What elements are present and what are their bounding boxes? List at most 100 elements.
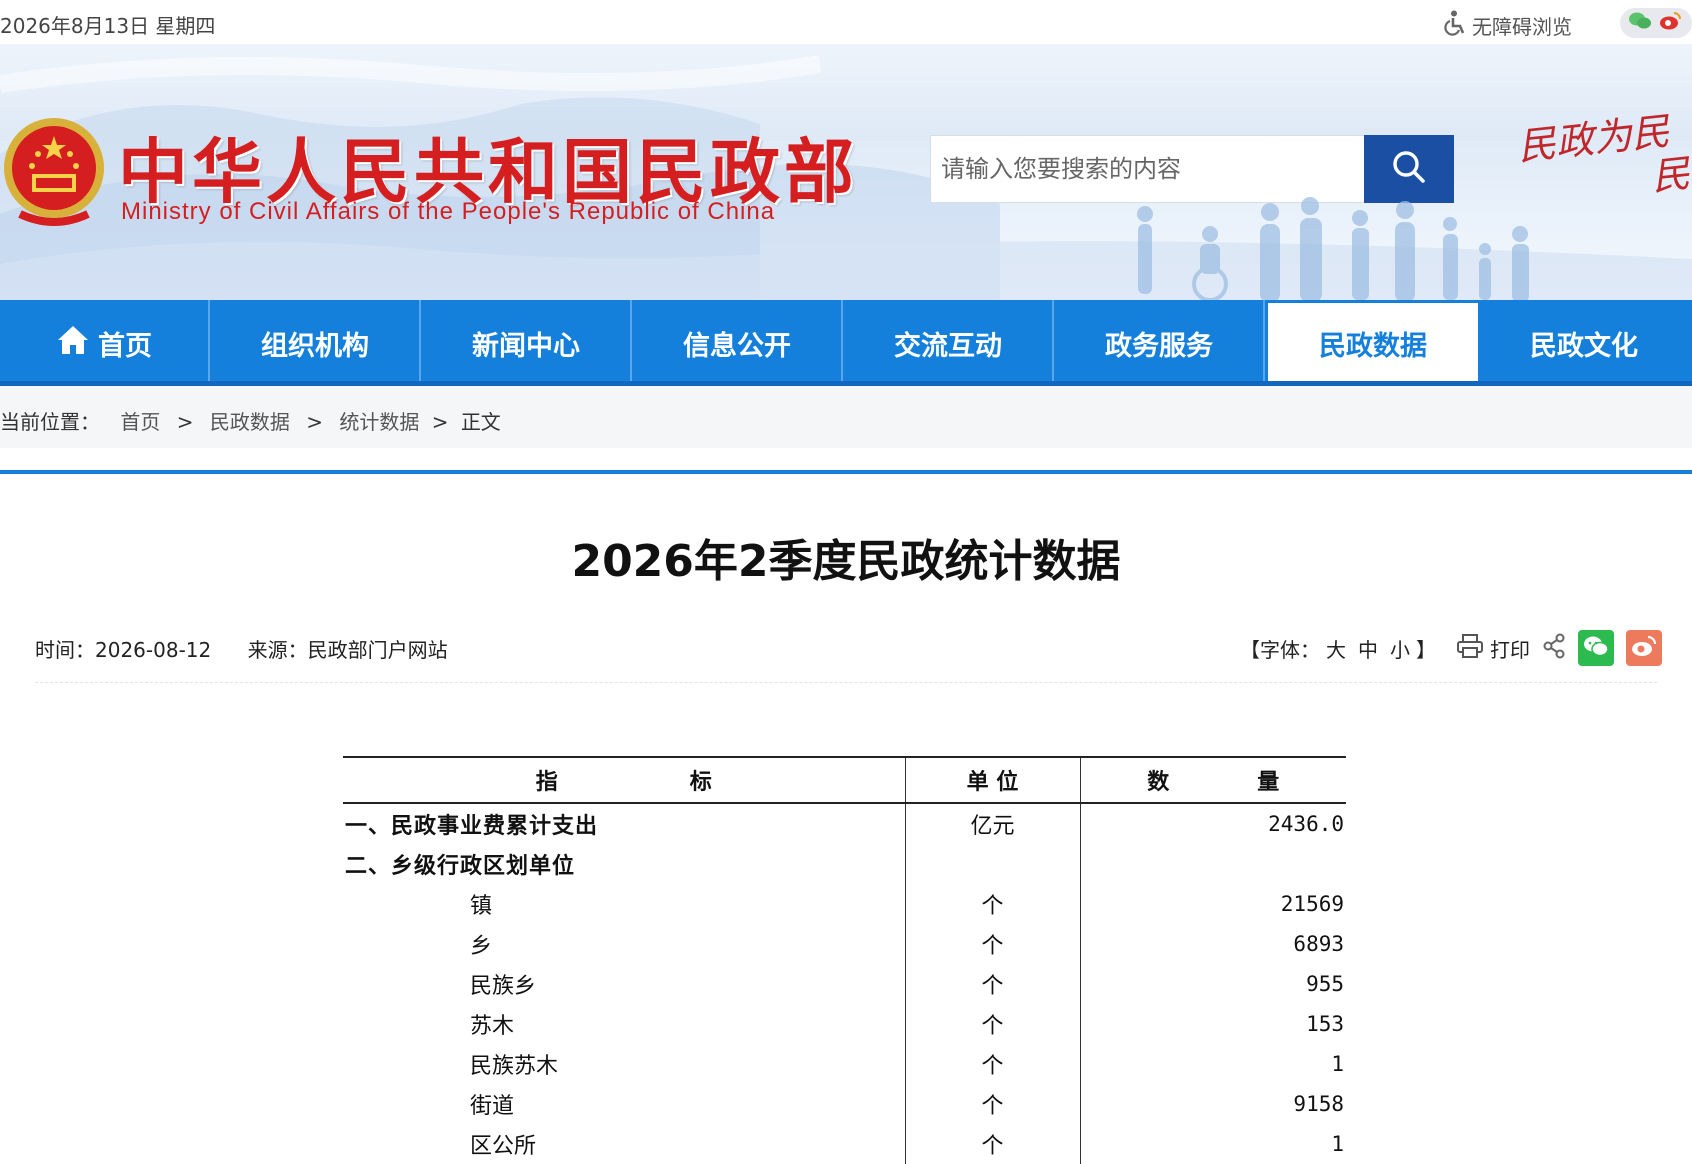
- table-row: 区公所 个 1: [343, 1124, 1346, 1164]
- nav-label-services: 政务服务: [1105, 330, 1213, 362]
- social-links: [1620, 8, 1692, 38]
- publish-time: 2026-08-12: [95, 638, 212, 662]
- nav-item-interaction[interactable]: 交流互动: [844, 300, 1054, 386]
- nav-item-news[interactable]: 新闻中心: [422, 300, 632, 386]
- column-header-unit: 单 位: [904, 756, 1080, 804]
- indicator-unit: 个: [904, 1044, 1080, 1084]
- nav-item-data[interactable]: 民政数据: [1268, 303, 1478, 384]
- indicator-value: [1079, 844, 1346, 884]
- nav-item-services[interactable]: 政务服务: [1055, 300, 1265, 386]
- wechat-icon[interactable]: [1628, 11, 1652, 35]
- printer-icon: [1456, 633, 1484, 664]
- wheelchair-icon: [1444, 10, 1468, 41]
- breadcrumb-current: 正文: [460, 410, 501, 434]
- font-size-close: 】: [1416, 637, 1436, 662]
- indicator-unit: 个: [904, 1084, 1080, 1124]
- top-bar: 2026年8月13日 星期四 无障碍浏览: [0, 0, 1692, 44]
- table-row: 二、乡级行政区划单位: [343, 844, 1346, 884]
- indicator-unit: 个: [904, 884, 1080, 924]
- table-row: 民族乡 个 955: [343, 964, 1346, 1004]
- print-button[interactable]: 打印: [1456, 633, 1530, 664]
- indicator-name: 民族苏木: [470, 1054, 559, 1079]
- indicator-value: 153: [1079, 1004, 1346, 1044]
- weibo-icon[interactable]: [1658, 11, 1682, 35]
- home-icon: [56, 324, 90, 363]
- nav-label-home: 首页: [98, 330, 152, 362]
- main-navigation: 首页 组织机构 新闻中心 信息公开 交流互动 政务服务 民政数据 民政文化: [0, 300, 1692, 386]
- site-header: 中华人民共和国民政部 Ministry of Civil Affairs of …: [0, 44, 1692, 300]
- breadcrumb-prefix: 当前位置：: [0, 410, 100, 434]
- indicator-name: 镇: [470, 894, 493, 919]
- breadcrumb-separator: >: [306, 410, 323, 434]
- indicator-name: 街道: [470, 1094, 515, 1119]
- search-icon: [1389, 147, 1429, 191]
- indicator-unit: 个: [904, 1124, 1080, 1164]
- nav-label-news: 新闻中心: [472, 330, 580, 362]
- nav-item-disclosure[interactable]: 信息公开: [633, 300, 843, 386]
- share-icon[interactable]: [1542, 633, 1566, 664]
- font-size-medium-button[interactable]: 中: [1358, 634, 1378, 663]
- indicator-value: 2436.0: [1079, 803, 1346, 844]
- print-label: 打印: [1490, 637, 1530, 662]
- table-row: 民族苏木 个 1: [343, 1044, 1346, 1084]
- indicator-value: 955: [1079, 964, 1346, 1004]
- font-size-large-button[interactable]: 大: [1326, 634, 1346, 663]
- table-row: 一、民政事业费累计支出 亿元 2436.0: [343, 803, 1346, 844]
- site-title-english: Ministry of Civil Affairs of the People'…: [121, 198, 776, 225]
- article-tools: 【字体： 大 中 小 】 打印: [1240, 628, 1662, 668]
- weibo-icon: [1630, 634, 1658, 663]
- nav-item-culture[interactable]: 民政文化: [1479, 300, 1689, 386]
- nav-item-organization[interactable]: 组织机构: [211, 300, 421, 386]
- nav-label-culture: 民政文化: [1530, 330, 1638, 362]
- nav-label-organization: 组织机构: [261, 330, 369, 362]
- nav-label-interaction: 交流互动: [894, 330, 1002, 362]
- weibo-share-button[interactable]: [1626, 630, 1662, 666]
- national-emblem-icon: [4, 118, 104, 226]
- indicator-name: 区公所: [470, 1134, 537, 1159]
- indicator-name: 一、民政事业费累计支出: [345, 814, 599, 839]
- breadcrumb-bar: 当前位置： 首页 > 民政数据 > 统计数据 > 正文: [0, 386, 1692, 448]
- time-label: 时间：: [35, 638, 95, 662]
- breadcrumb-separator: >: [176, 410, 194, 434]
- indicator-value: 6893: [1079, 924, 1346, 964]
- article-meta: 时间：2026-08-12 来源：民政部门户网站: [35, 634, 448, 663]
- breadcrumb-divider: [0, 470, 1692, 474]
- indicator-unit: 亿元: [904, 803, 1080, 844]
- people-silhouettes: [1137, 197, 1529, 300]
- font-size-small-button[interactable]: 小: [1390, 634, 1410, 663]
- source-value: 民政部门户网站: [307, 638, 448, 662]
- search-button[interactable]: [1364, 135, 1454, 203]
- breadcrumb: 当前位置： 首页 > 民政数据 > 统计数据 > 正文: [0, 406, 501, 435]
- accessibility-link[interactable]: 无障碍浏览: [1444, 10, 1572, 41]
- statistics-table: 指 标 单 位 数 量 一、民政事业费累计支出 亿元 2436.0 二、乡级行政…: [343, 756, 1346, 1164]
- nav-label-disclosure: 信息公开: [683, 330, 791, 362]
- breadcrumb-link-data[interactable]: 民政数据: [210, 410, 290, 434]
- table-header-row: 指 标 单 位 数 量: [343, 756, 1346, 804]
- accessibility-label: 无障碍浏览: [1472, 15, 1572, 39]
- nav-item-home[interactable]: 首页: [0, 300, 210, 386]
- breadcrumb-link-statistics[interactable]: 统计数据: [339, 410, 419, 434]
- indicator-name: 二、乡级行政区划单位: [345, 854, 576, 879]
- indicator-unit: 个: [904, 964, 1080, 1004]
- search-input[interactable]: [931, 136, 1364, 202]
- indicator-name: 乡: [470, 934, 493, 959]
- breadcrumb-link-home[interactable]: 首页: [120, 410, 160, 434]
- indicator-unit: 个: [904, 1004, 1080, 1044]
- indicator-value: 1: [1079, 1044, 1346, 1084]
- current-date: 2026年8月13日 星期四: [0, 14, 216, 38]
- wechat-share-button[interactable]: [1578, 630, 1614, 666]
- table-row: 街道 个 9158: [343, 1084, 1346, 1124]
- source-label: 来源：: [247, 638, 308, 662]
- indicator-name: 苏木: [470, 1014, 515, 1039]
- indicator-name: 民族乡: [470, 974, 537, 999]
- slogan-calligraphy: 民政为民 民: [1516, 107, 1692, 212]
- nav-label-data: 民政数据: [1319, 331, 1427, 362]
- font-size-label: 【字体：: [1240, 637, 1320, 662]
- indicator-value: 9158: [1079, 1084, 1346, 1124]
- meta-divider: [35, 682, 1657, 683]
- column-header-indicator: 指 标: [343, 756, 905, 804]
- indicator-unit: 个: [904, 924, 1080, 964]
- indicator-value: 1: [1079, 1124, 1346, 1164]
- indicator-unit: [904, 844, 1080, 884]
- table-row: 苏木 个 153: [343, 1004, 1346, 1044]
